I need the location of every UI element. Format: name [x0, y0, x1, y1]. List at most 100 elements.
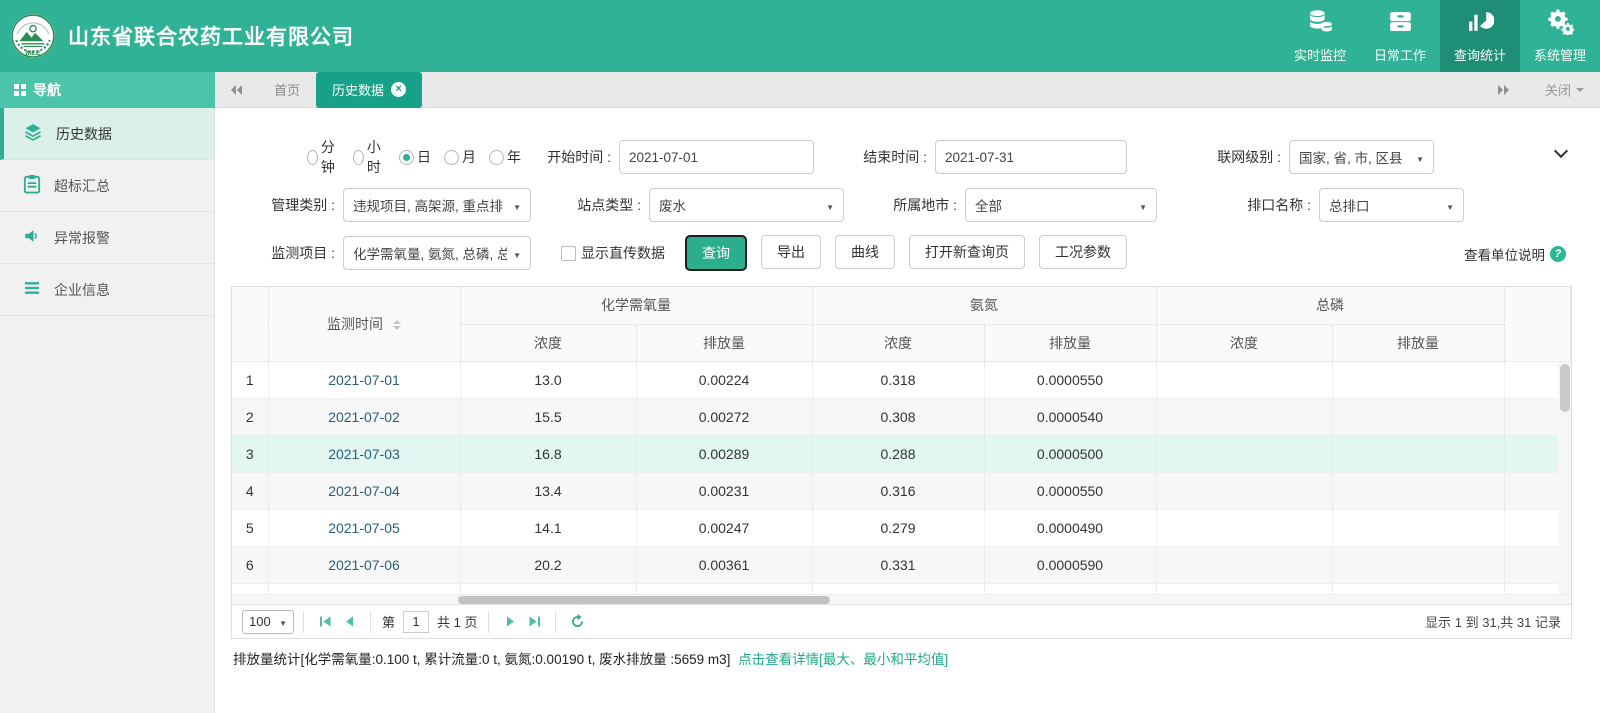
sub-header-conc: 浓度 [812, 324, 984, 361]
tabs-scroll-right-icon[interactable] [1498, 85, 1509, 95]
sub-header-conc: 浓度 [460, 324, 636, 361]
page-number-input[interactable] [403, 611, 429, 633]
top-nav-realtime-monitor[interactable]: 实时监控 [1280, 0, 1360, 72]
table-viewport: 监测时间 化学需氧量 氨氮 总磷 浓度 排放量 浓度 排放 [232, 287, 1571, 594]
sidebar-item-label: 异常报警 [54, 228, 110, 248]
content: 分钟 小时 日 月 年 开始时间 : 结束时 [215, 108, 1600, 713]
radio-icon [444, 150, 459, 165]
outlet-select[interactable]: 总排口 [1319, 188, 1464, 222]
new-query-page-button[interactable]: 打开新查询页 [909, 235, 1025, 269]
chevron-down-icon [273, 614, 287, 629]
start-time-input[interactable] [619, 140, 814, 174]
vertical-scrollbar[interactable] [1558, 362, 1571, 594]
table-row[interactable]: 22021-07-02 15.50.00272 0.3080.0000540 [232, 398, 1571, 435]
radio-icon [307, 150, 318, 165]
radio-month[interactable]: 月 [444, 147, 476, 167]
chevron-down-icon [507, 198, 521, 213]
sub-header-conc: 浓度 [1156, 324, 1332, 361]
sidebar-item-exceed-summary[interactable]: 超标汇总 [0, 160, 214, 212]
mee-logo-icon: MEE [10, 13, 56, 59]
chevron-down-icon [820, 198, 834, 213]
tabs-scroll-left-icon[interactable] [231, 85, 242, 95]
network-level-select[interactable]: 国家, 省, 市, 区县 [1289, 140, 1434, 174]
app-header: MEE 山东省联合农药工业有限公司 实时监控 [0, 0, 1600, 72]
top-nav-daily-work[interactable]: 日常工作 [1360, 0, 1440, 72]
chevron-down-icon [1410, 150, 1424, 165]
company-name: 山东省联合农药工业有限公司 [68, 21, 354, 51]
sub-header-emis: 排放量 [984, 324, 1156, 361]
sidebar-item-history-data[interactable]: 历史数据 [0, 108, 214, 160]
table-row[interactable]: 42021-07-04 13.40.00231 0.3160.0000550 [232, 472, 1571, 509]
top-nav-query-stats[interactable]: 查询统计 [1440, 0, 1520, 72]
city-label: 所属地市 : [867, 195, 957, 215]
monitor-items-label: 监测项目 : [245, 243, 335, 263]
network-level-label: 联网级别 : [1191, 147, 1281, 167]
end-time-input[interactable] [935, 140, 1127, 174]
history-data-table: 监测时间 化学需氧量 氨氮 总磷 浓度 排放量 浓度 排放 [232, 287, 1571, 594]
speaker-icon [23, 227, 41, 248]
outlet-label: 排口名称 : [1221, 195, 1311, 215]
refresh-icon[interactable] [565, 610, 589, 634]
tab-home[interactable]: 首页 [258, 72, 316, 108]
radio-icon [353, 150, 364, 165]
records-summary: 显示 1 到 31,共 31 记录 [1425, 612, 1561, 631]
horizontal-scrollbar[interactable] [232, 594, 1571, 604]
chart-pie-icon [1467, 8, 1494, 40]
clipboard-icon [23, 174, 41, 197]
tab-strip: 首页 历史数据 关闭 [215, 72, 1600, 108]
curve-button[interactable]: 曲线 [835, 235, 895, 269]
top-nav-system-admin[interactable]: 系统管理 [1520, 0, 1600, 72]
query-button[interactable]: 查询 [685, 235, 747, 271]
gears-icon [1547, 8, 1574, 40]
view-detail-link[interactable]: 点击查看详情[最大、最小和平均值] [738, 652, 948, 667]
sort-icon[interactable] [393, 320, 401, 330]
radio-hour[interactable]: 小时 [353, 137, 386, 177]
sidebar-item-label: 历史数据 [56, 124, 112, 144]
condition-params-button[interactable]: 工况参数 [1039, 235, 1127, 269]
filler-header [1504, 287, 1571, 361]
unit-help-link[interactable]: 查看单位说明 [1464, 244, 1566, 264]
tab-history-data[interactable]: 历史数据 [316, 72, 422, 108]
sidebar: 历史数据 超标汇总 异常报警 [0, 108, 215, 713]
first-page-button[interactable] [313, 610, 337, 634]
page-prefix: 第 [382, 612, 395, 631]
prev-page-button[interactable] [337, 610, 361, 634]
table-row-highlighted[interactable]: 32021-07-03 16.80.00289 0.2880.0000500 [232, 435, 1571, 472]
emission-stats-line: 排放量统计[化学需氧量:0.100 t, 累计流量:0 t, 氨氮:0.0019… [233, 648, 1572, 668]
next-page-button[interactable] [498, 610, 522, 634]
table-row[interactable]: 52021-07-05 14.10.00247 0.2790.0000490 [232, 509, 1571, 546]
direct-data-checkbox[interactable]: 显示直传数据 [561, 243, 665, 263]
page-size-select[interactable]: 100 [242, 610, 294, 634]
radio-day[interactable]: 日 [399, 147, 431, 167]
radio-minute[interactable]: 分钟 [307, 137, 340, 177]
monitor-time-header[interactable]: 监测时间 [268, 287, 460, 361]
station-type-label: 站点类型 : [551, 195, 641, 215]
second-bar: 导航 首页 历史数据 关闭 [0, 72, 1600, 108]
sidebar-item-company-info[interactable]: 企业信息 [0, 264, 214, 316]
horizontal-scrollbar-thumb[interactable] [458, 596, 830, 604]
vertical-scrollbar-thumb[interactable] [1560, 364, 1570, 412]
table-row[interactable]: 72021-07-07 21.80.00405 0.3070.0000570 [232, 583, 1571, 594]
emission-stats-text: 排放量统计[化学需氧量:0.100 t, 累计流量:0 t, 氨氮:0.0019… [233, 652, 730, 667]
table-row[interactable]: 62021-07-06 20.20.00361 0.3310.0000590 [232, 546, 1571, 583]
start-time-label: 开始时间 : [521, 147, 611, 167]
top-nav: 实时监控 日常工作 查询统计 [1280, 0, 1600, 72]
radio-year[interactable]: 年 [489, 147, 521, 167]
manage-type-label: 管理类别 : [245, 195, 335, 215]
pagination-bar: 100 第 共 1 页 [232, 604, 1571, 638]
last-page-button[interactable] [522, 610, 546, 634]
tab-close-icon[interactable] [391, 82, 406, 97]
table-row[interactable]: 12021-07-01 13.00.00224 0.3180.0000550 [232, 361, 1571, 398]
station-type-select[interactable]: 废水 [649, 188, 844, 222]
sidebar-item-abnormal-alarm[interactable]: 异常报警 [0, 212, 214, 264]
list-icon [23, 280, 41, 299]
manage-type-select[interactable]: 违规项目, 高架源, 重点排 [343, 188, 531, 222]
group-header-tp: 总磷 [1156, 287, 1504, 324]
help-icon [1550, 246, 1566, 262]
export-button[interactable]: 导出 [761, 235, 821, 269]
top-nav-label: 系统管理 [1534, 45, 1586, 64]
city-select[interactable]: 全部 [965, 188, 1157, 222]
close-tabs-menu[interactable]: 关闭 [1545, 80, 1584, 99]
monitor-items-select[interactable]: 化学需氧量, 氨氮, 总磷, 总 [343, 236, 531, 270]
grid-icon [14, 84, 26, 96]
